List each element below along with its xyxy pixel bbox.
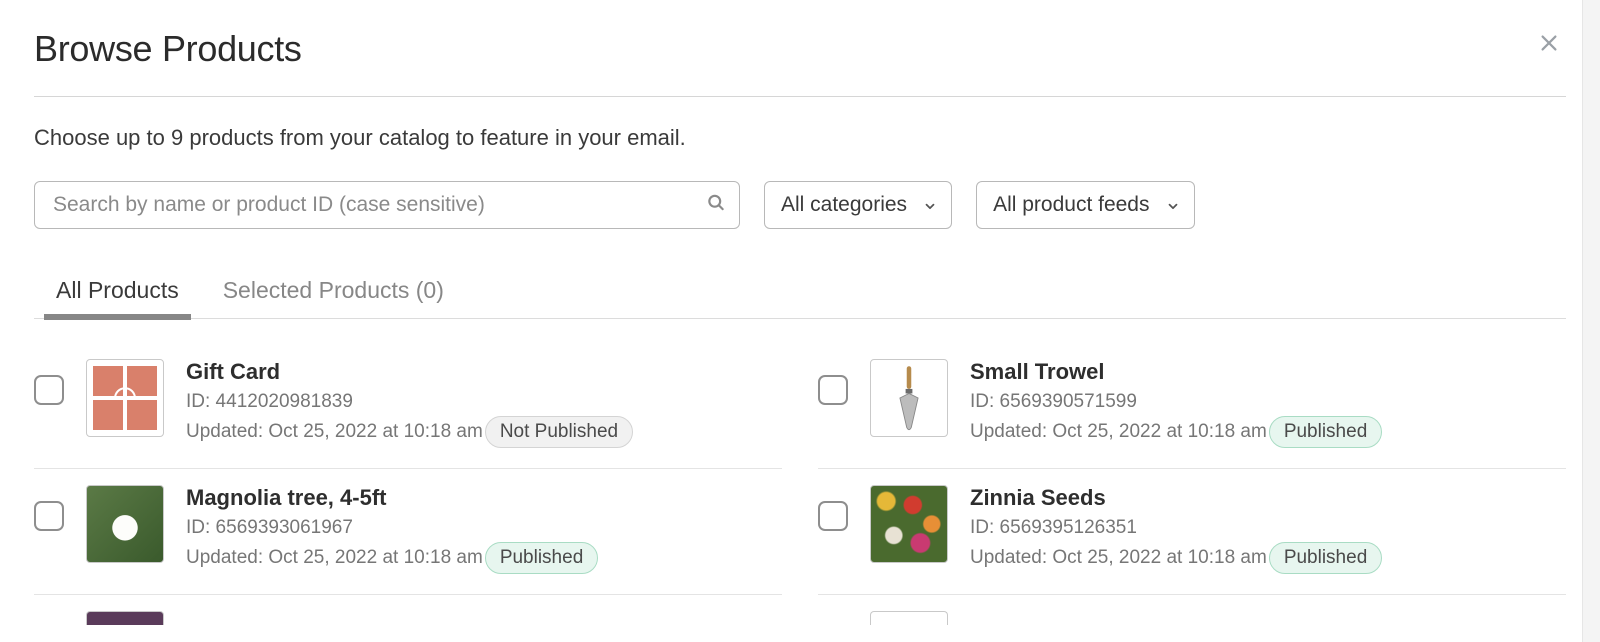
status-badge: Not Published <box>485 416 633 449</box>
status-badge: Published <box>1269 416 1382 449</box>
product-updated-row: Updated: Oct 25, 2022 at 10:18 am Publis… <box>186 542 782 575</box>
close-button[interactable] <box>1532 26 1566 64</box>
product-thumbnail <box>86 359 164 437</box>
product-thumbnail <box>86 611 164 625</box>
tab-all-products[interactable]: All Products <box>56 277 179 318</box>
product-card-partial <box>818 595 1566 625</box>
product-card: Gift Card ID: 4412020981839 Updated: Oct… <box>34 343 782 469</box>
divider <box>34 96 1566 97</box>
search-icon <box>706 193 726 218</box>
product-updated-row: Updated: Oct 25, 2022 at 10:18 am Publis… <box>970 542 1566 575</box>
product-updated-row: Updated: Oct 25, 2022 at 10:18 am Publis… <box>970 416 1566 449</box>
tabs: All Products Selected Products (0) <box>34 277 1566 319</box>
chevron-down-icon <box>1166 195 1180 219</box>
product-card: Magnolia tree, 4-5ft ID: 6569393061967 U… <box>34 469 782 595</box>
product-updated-row: Updated: Oct 25, 2022 at 10:18 am Not Pu… <box>186 416 782 449</box>
search-input[interactable] <box>34 181 740 229</box>
product-updated: Updated: Oct 25, 2022 at 10:18 am <box>186 419 483 446</box>
product-card: Small Trowel ID: 6569390571599 Updated: … <box>818 343 1566 469</box>
category-dropdown[interactable]: All categories <box>764 181 952 229</box>
product-id: ID: 6569390571599 <box>970 389 1566 416</box>
chevron-down-icon <box>923 195 937 219</box>
product-info: Magnolia tree, 4-5ft ID: 6569393061967 U… <box>186 485 782 574</box>
product-updated: Updated: Oct 25, 2022 at 10:18 am <box>970 419 1267 446</box>
product-checkbox[interactable] <box>34 375 64 405</box>
status-badge: Published <box>1269 542 1382 575</box>
product-thumbnail <box>870 485 948 563</box>
scrollbar[interactable] <box>1582 0 1600 642</box>
product-grid: Gift Card ID: 4412020981839 Updated: Oct… <box>34 343 1566 625</box>
product-card-partial <box>34 595 782 625</box>
status-badge: Published <box>485 542 598 575</box>
product-name: Magnolia tree, 4-5ft <box>186 485 782 511</box>
product-name: Gift Card <box>186 359 782 385</box>
filter-row: All categories All product feeds <box>34 181 1566 229</box>
product-name: Small Trowel <box>970 359 1566 385</box>
tab-label: All Products <box>56 277 179 303</box>
tab-selected-products[interactable]: Selected Products (0) <box>223 277 444 318</box>
product-thumbnail <box>870 359 948 437</box>
product-id: ID: 6569393061967 <box>186 515 782 542</box>
modal-subtitle: Choose up to 9 products from your catalo… <box>34 125 1566 151</box>
feed-dropdown-label: All product feeds <box>993 193 1149 217</box>
product-info: Small Trowel ID: 6569390571599 Updated: … <box>970 359 1566 448</box>
product-info: Gift Card ID: 4412020981839 Updated: Oct… <box>186 359 782 448</box>
modal-title: Browse Products <box>34 28 302 70</box>
modal-header: Browse Products <box>34 28 1566 70</box>
product-thumbnail <box>870 611 948 625</box>
product-name: Zinnia Seeds <box>970 485 1566 511</box>
product-updated: Updated: Oct 25, 2022 at 10:18 am <box>970 545 1267 572</box>
product-updated: Updated: Oct 25, 2022 at 10:18 am <box>186 545 483 572</box>
close-icon <box>1538 32 1560 54</box>
feed-dropdown[interactable]: All product feeds <box>976 181 1194 229</box>
gift-card-icon <box>93 366 157 430</box>
product-card: Zinnia Seeds ID: 6569395126351 Updated: … <box>818 469 1566 595</box>
tab-label: Selected Products (0) <box>223 277 444 303</box>
category-dropdown-label: All categories <box>781 193 907 217</box>
product-thumbnail <box>86 485 164 563</box>
product-info: Zinnia Seeds ID: 6569395126351 Updated: … <box>970 485 1566 574</box>
browse-products-modal: Browse Products Choose up to 9 products … <box>0 0 1600 625</box>
product-id: ID: 6569395126351 <box>970 515 1566 542</box>
trowel-icon <box>883 364 935 432</box>
product-checkbox[interactable] <box>818 501 848 531</box>
product-checkbox[interactable] <box>818 375 848 405</box>
product-id: ID: 4412020981839 <box>186 389 782 416</box>
search-wrap <box>34 181 740 229</box>
product-checkbox[interactable] <box>34 501 64 531</box>
